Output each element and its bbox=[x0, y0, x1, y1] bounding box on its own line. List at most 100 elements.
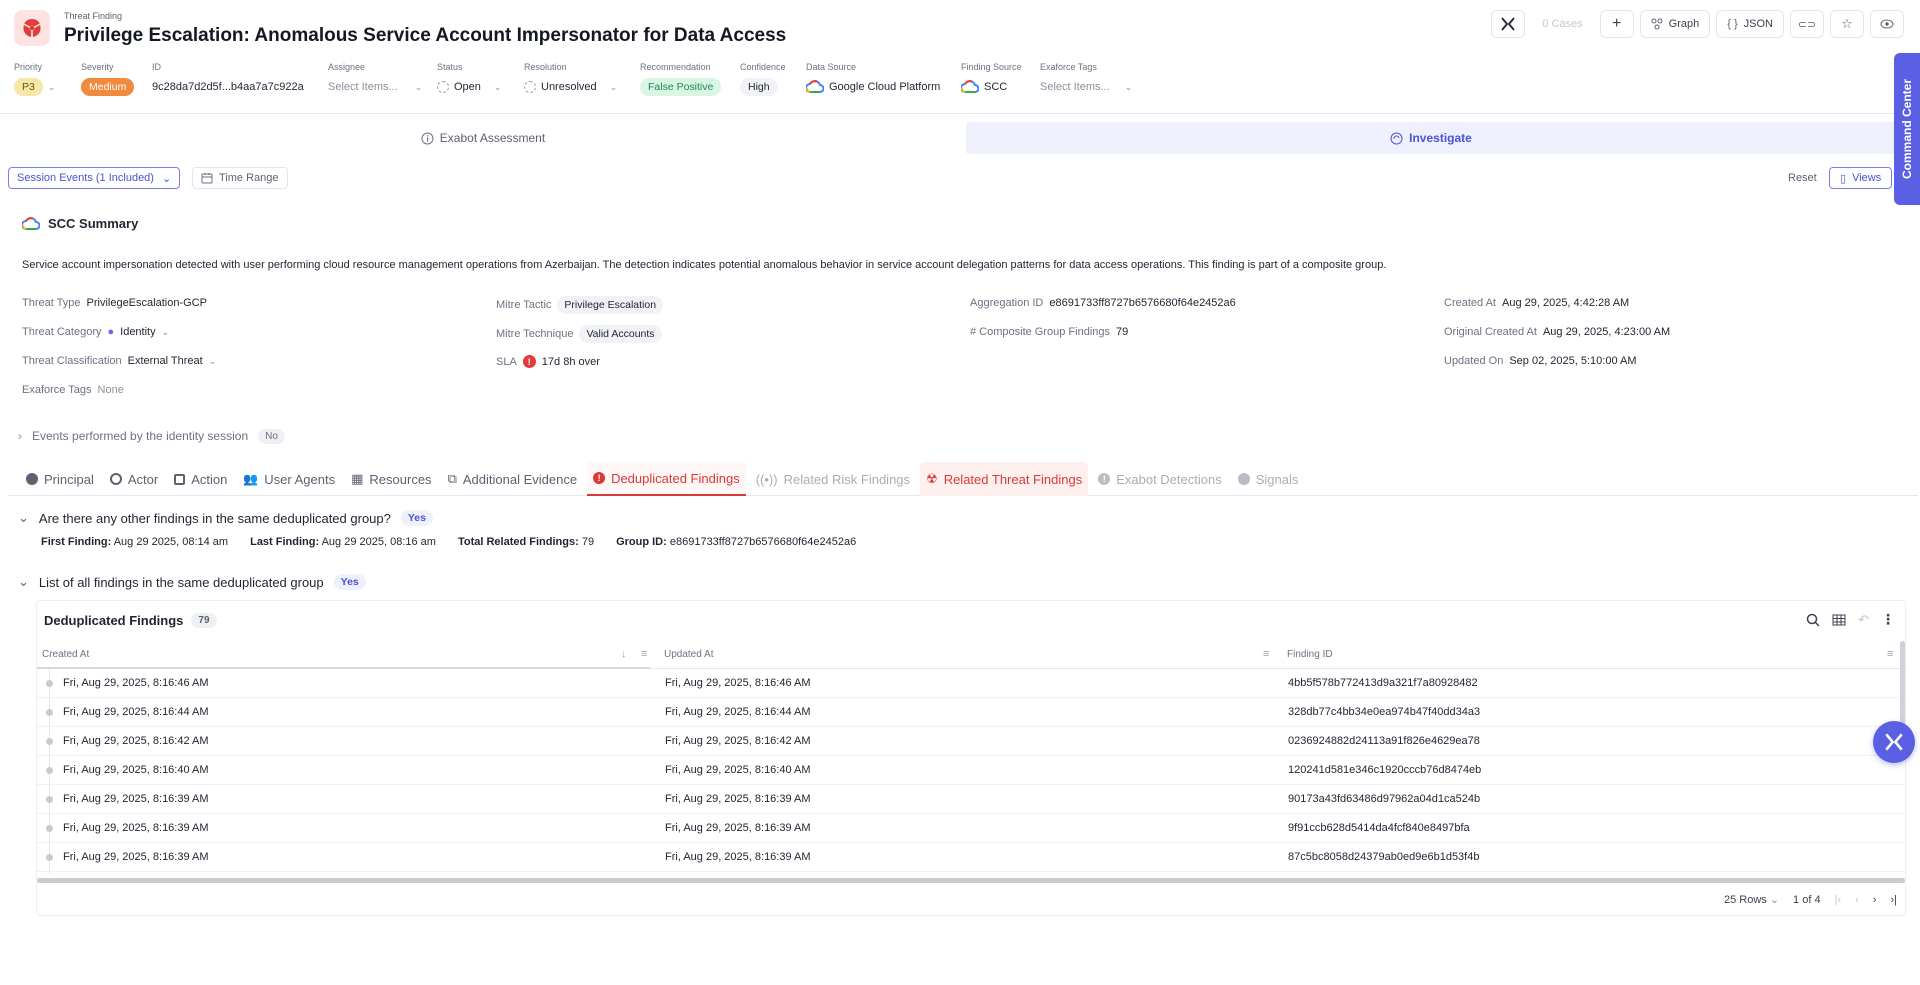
rows-per-page-select[interactable]: 25 Rows ⌄ bbox=[1724, 893, 1779, 906]
table-row[interactable]: Fri, Aug 29, 2025, 8:16:44 AM Fri, Aug 29… bbox=[37, 698, 1907, 727]
tab-user-agents[interactable]: 👥 User Agents bbox=[237, 462, 341, 496]
link-icon: ⊂⊃ bbox=[1797, 18, 1817, 31]
reset-button[interactable]: Reset bbox=[1788, 172, 1817, 184]
tab-principal[interactable]: Principal bbox=[20, 462, 100, 496]
column-finding-id[interactable]: Finding ID bbox=[1287, 649, 1333, 660]
table-row[interactable]: Fri, Aug 29, 2025, 8:16:39 AM Fri, Aug 29… bbox=[37, 814, 1907, 843]
last-page-icon[interactable]: ›| bbox=[1890, 894, 1897, 906]
mitre-tactic-label: Mitre Tactic bbox=[496, 299, 552, 311]
exaforce-tags-field[interactable]: Exaforce Tags Select Items... ⌄ bbox=[1040, 62, 1132, 93]
threat-icon: ☢ bbox=[926, 471, 938, 486]
priority-field[interactable]: Priority P3 ⌄ bbox=[14, 62, 55, 96]
data-source-field: Data Source Google Cloud Platform bbox=[806, 62, 940, 93]
exaforce-tags-select[interactable]: Select Items... bbox=[1040, 81, 1110, 93]
group-id-label: Group ID: bbox=[616, 536, 667, 548]
tab-signals[interactable]: Signals bbox=[1232, 462, 1305, 496]
tab-exabot-assessment-label: Exabot Assessment bbox=[439, 131, 546, 145]
tab-actor[interactable]: Actor bbox=[104, 462, 164, 496]
next-page-icon[interactable]: › bbox=[1873, 894, 1877, 906]
original-created-at: Original Created At Aug 29, 2025, 4:23:00… bbox=[1444, 326, 1670, 338]
chevron-down-icon: ⌄ bbox=[1769, 894, 1780, 906]
session-events-dropdown[interactable]: Session Events (1 Included) ⌄ bbox=[8, 167, 181, 189]
horizontal-scrollbar[interactable] bbox=[37, 878, 1905, 883]
assignee-select[interactable]: Select Items... bbox=[328, 81, 398, 93]
cell-updated-at: Fri, Aug 29, 2025, 8:16:39 AM bbox=[665, 851, 811, 863]
vertical-scrollbar[interactable] bbox=[1900, 641, 1905, 731]
command-center-tab[interactable]: Command Center bbox=[1894, 53, 1920, 205]
tab-related-threat-findings[interactable]: ☢ Related Threat Findings bbox=[920, 462, 1089, 496]
table-columns-icon[interactable] bbox=[1832, 613, 1846, 627]
more-icon[interactable]: ⋮ bbox=[1881, 611, 1895, 628]
favorite-button[interactable]: ☆ bbox=[1830, 10, 1864, 38]
table-body: Fri, Aug 29, 2025, 8:16:46 AM Fri, Aug 29… bbox=[37, 669, 1907, 872]
copy-link-button[interactable]: ⊂⊃ bbox=[1790, 10, 1824, 38]
threat-category[interactable]: Threat Category ● Identity ⌄ bbox=[22, 326, 169, 338]
search-icon[interactable] bbox=[1806, 613, 1820, 627]
views-label: Views bbox=[1852, 172, 1882, 184]
filter-icon[interactable]: ≡ bbox=[641, 648, 647, 660]
undo-icon[interactable]: ↶ bbox=[1858, 612, 1869, 628]
table-row[interactable]: Fri, Aug 29, 2025, 8:16:42 AM Fri, Aug 29… bbox=[37, 727, 1907, 756]
tab-related-risk-findings[interactable]: ((•)) Related Risk Findings bbox=[750, 462, 916, 496]
table-row[interactable]: Fri, Aug 29, 2025, 8:16:39 AM Fri, Aug 29… bbox=[37, 843, 1907, 872]
filter-icon[interactable]: ≡ bbox=[1263, 648, 1269, 660]
views-button[interactable]: ▯ Views bbox=[1829, 167, 1893, 189]
column-created-at[interactable]: Created At bbox=[42, 649, 89, 660]
tab-resources[interactable]: ▦ Resources bbox=[345, 462, 437, 496]
cases-button[interactable]: 0 Cases bbox=[1531, 10, 1594, 38]
page-indicator: 1 of 4 bbox=[1793, 894, 1821, 906]
watch-button[interactable] bbox=[1870, 10, 1904, 38]
tab-exabot-assessment[interactable]: Exabot Assessment bbox=[0, 122, 966, 154]
tab-additional-evidence[interactable]: ⧉ Additional Evidence bbox=[442, 462, 584, 496]
composite-value: 79 bbox=[1116, 326, 1129, 338]
exabot-button[interactable] bbox=[1491, 10, 1526, 38]
dedup-question-toggle[interactable]: ⌄ Are there any other findings in the sa… bbox=[18, 510, 433, 526]
recommendation-badge: False Positive bbox=[640, 78, 722, 96]
dedup-question: Are there any other findings in the same… bbox=[38, 510, 391, 526]
filter-icon[interactable]: ≡ bbox=[1887, 648, 1893, 660]
alert-icon: ! bbox=[593, 472, 606, 484]
dedup-list-toggle[interactable]: ⌄ List of all findings in the same dedup… bbox=[18, 574, 366, 590]
star-icon: ☆ bbox=[1841, 16, 1853, 31]
cell-finding-id: 9f91ccb628d5414da4fcf840e8497bfa bbox=[1288, 822, 1470, 834]
original-created-at-value: Aug 29, 2025, 4:23:00 AM bbox=[1542, 326, 1671, 338]
updated-on-value: Sep 02, 2025, 5:10:00 AM bbox=[1509, 355, 1637, 367]
last-finding-label: Last Finding: bbox=[250, 536, 320, 548]
tab-user-agents-label: User Agents bbox=[264, 471, 336, 487]
json-button[interactable]: { } JSON bbox=[1716, 10, 1784, 38]
cell-updated-at: Fri, Aug 29, 2025, 8:16:40 AM bbox=[665, 764, 811, 776]
tab-investigate[interactable]: Investigate bbox=[966, 122, 1896, 154]
time-range-button[interactable]: Time Range bbox=[192, 167, 288, 189]
cell-created-at: Fri, Aug 29, 2025, 8:16:42 AM bbox=[63, 735, 209, 747]
aggregation-id-value: e8691733ff8727b6576680f64e2452a6 bbox=[1049, 297, 1236, 309]
timeline-dot bbox=[46, 796, 53, 803]
prev-page-icon[interactable]: ‹ bbox=[1855, 894, 1859, 906]
calendar-icon bbox=[201, 173, 213, 184]
resolution-field[interactable]: Resolution Unresolved ⌄ bbox=[524, 62, 617, 93]
page-title: Privilege Escalation: Anomalous Service … bbox=[64, 25, 787, 46]
tab-deduplicated-findings[interactable]: ! Deduplicated Findings bbox=[587, 462, 746, 496]
scc-summary-header: SCC Summary bbox=[22, 216, 138, 231]
tab-exabot-detections[interactable]: ! Exabot Detections bbox=[1092, 462, 1228, 496]
add-case-button[interactable]: + bbox=[1599, 10, 1634, 38]
timeline-dot bbox=[46, 709, 53, 716]
graph-button[interactable]: Graph bbox=[1639, 10, 1711, 38]
chevron-down-icon: ⌄ bbox=[161, 326, 170, 337]
chevron-down-icon: ⌄ bbox=[1124, 81, 1133, 92]
tab-action[interactable]: Action bbox=[168, 462, 233, 496]
column-updated-at[interactable]: Updated At bbox=[664, 649, 713, 660]
exabot-fab-button[interactable] bbox=[1873, 721, 1915, 763]
first-page-icon[interactable]: |‹ bbox=[1835, 894, 1842, 906]
sort-desc-icon[interactable]: ↓ bbox=[621, 648, 627, 660]
identity-session-events-toggle[interactable]: › Events performed by the identity sessi… bbox=[8, 423, 1918, 449]
severity-field[interactable]: Severity Medium bbox=[81, 62, 135, 96]
assignee-field[interactable]: Assignee Select Items... ⌄ bbox=[328, 62, 422, 93]
cell-finding-id: 87c5bc8058d24379ab0ed9e6b1d53f4b bbox=[1288, 851, 1480, 863]
confidence-field: Confidence High bbox=[740, 62, 786, 96]
status-field[interactable]: Status Open ⌄ bbox=[437, 62, 501, 93]
table-row[interactable]: Fri, Aug 29, 2025, 8:16:40 AM Fri, Aug 29… bbox=[37, 756, 1907, 785]
table-row[interactable]: Fri, Aug 29, 2025, 8:16:39 AM Fri, Aug 29… bbox=[37, 785, 1907, 814]
table-row[interactable]: Fri, Aug 29, 2025, 8:16:46 AM Fri, Aug 29… bbox=[37, 669, 1907, 698]
finding-source-label: Finding Source bbox=[961, 62, 1022, 72]
threat-classification[interactable]: Threat Classification External Threat ⌄ bbox=[22, 355, 216, 367]
